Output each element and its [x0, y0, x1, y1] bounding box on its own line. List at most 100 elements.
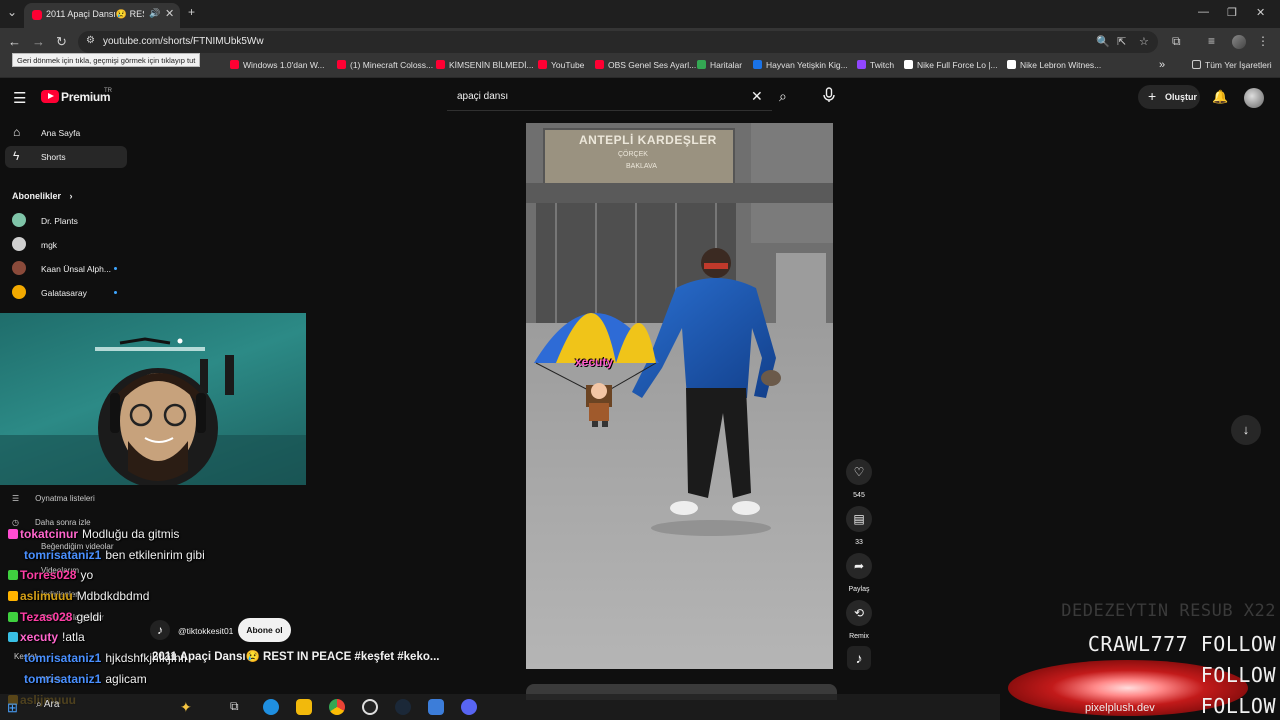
install-app-icon[interactable]: ⇱ [1117, 35, 1126, 48]
bookmark-favicon-icon [538, 60, 547, 69]
sidebar-item-label: Oynatma listeleri [35, 494, 95, 503]
minimize-icon[interactable]: — [1198, 6, 1209, 18]
new-content-dot-icon [114, 291, 117, 294]
comments-button[interactable]: ▤ 33 [846, 506, 872, 546]
bookmark-star-icon[interactable]: ☆ [1139, 35, 1149, 48]
sidebar-item-home[interactable]: ⌂ Ana Sayfa [5, 122, 127, 144]
subscriptions-heading[interactable]: Abonelikler › [12, 191, 73, 201]
chat-badge-icon [8, 632, 18, 642]
bookmark-item[interactable]: Haritalar [697, 60, 742, 70]
like-button[interactable]: ♡ 545 [846, 459, 872, 499]
hamburger-menu-icon[interactable]: ☰ [13, 89, 26, 107]
profile-icon[interactable] [1232, 35, 1246, 49]
bookmark-favicon-icon [1007, 60, 1016, 69]
video-title[interactable]: 2011 Apaçi Dansı😢 REST IN PEACE #keşfet … [152, 649, 439, 663]
chat-badge-icon [8, 591, 18, 601]
bookmark-item[interactable]: Twitch [857, 60, 894, 70]
next-video-arrow-icon[interactable]: ↓ [1231, 415, 1261, 445]
new-content-dot-icon [114, 267, 117, 270]
chat-badge-icon [8, 674, 22, 684]
search-input[interactable]: apaçi dansı [457, 91, 508, 102]
chat-message: tomrisataniz1 ben etkilenirim gibi [8, 548, 205, 562]
new-tab-icon[interactable]: + [188, 5, 195, 19]
chat-username: Tezas028 [20, 610, 73, 624]
obs-icon[interactable] [362, 699, 378, 715]
shorts-video-player[interactable]: ANTEPLİ KARDEŞLER ÇÖRÇEK BAKLAVA xecuty [526, 123, 833, 669]
sidebar-channel[interactable]: Galatasaray [12, 285, 132, 301]
share-button[interactable]: ➦ Paylaş [842, 553, 876, 593]
reload-icon[interactable]: ↻ [56, 34, 67, 50]
sidebar-channel[interactable]: Dr. Plants [12, 213, 132, 229]
sidebar-channel[interactable]: Kaan Ünsal Alph... [12, 261, 132, 277]
more-bookmarks-icon[interactable]: » [1159, 59, 1165, 71]
zoom-icon[interactable]: 🔍 [1096, 35, 1110, 48]
tab-groups-icon[interactable]: ≡ [1208, 34, 1215, 48]
restore-icon[interactable]: ❐ [1227, 6, 1237, 19]
chat-message: xecuty !atla [8, 630, 85, 644]
youtube-premium-wordmark[interactable]: Premium [61, 90, 111, 104]
browser-tab[interactable]: 2011 Apaçi Dansı😢 REST IN PEACE 🔊 ✕ [24, 3, 180, 28]
steam-icon[interactable] [395, 699, 411, 715]
notifications-bell-icon[interactable]: 🔔 [1212, 89, 1228, 105]
avatar[interactable] [1244, 88, 1264, 108]
sidebar-item-playlists[interactable]: ☰ Oynatma listeleri [12, 494, 95, 503]
forward-icon[interactable]: → [32, 34, 45, 49]
back-icon[interactable]: ← [8, 34, 21, 49]
bookmark-item[interactable]: OBS Genel Ses Ayarl... [595, 60, 696, 70]
bookmark-item[interactable]: YouTube [538, 60, 584, 70]
create-label: Oluştur [1165, 92, 1198, 102]
tab-close-icon[interactable]: ✕ [165, 7, 174, 20]
bookmark-item[interactable]: Nike Full Force Lo |... [904, 60, 998, 70]
tab-search-icon[interactable]: ⌄ [7, 5, 17, 19]
subscribe-button[interactable]: Abone ol [238, 618, 291, 642]
site-info-icon[interactable]: ⚙ [86, 35, 95, 46]
audio-playing-icon[interactable]: 🔊 [149, 8, 160, 19]
window-close-icon[interactable]: ✕ [1256, 6, 1265, 19]
bookmark-label: Haritalar [710, 60, 743, 70]
chat-username: xecuty [20, 630, 59, 644]
share-icon: ➦ [846, 553, 872, 579]
bookmark-item[interactable]: Hayvan Yetişkin Kig... [753, 60, 848, 70]
chat-text: Modluğu da gitmis [82, 527, 180, 541]
file-explorer-icon[interactable] [296, 699, 312, 715]
app-icon[interactable] [428, 699, 444, 715]
all-bookmarks[interactable]: Tüm Yer İşaretleri [1192, 60, 1272, 70]
bookmark-label: Nike Full Force Lo |... [917, 60, 998, 70]
bookmark-item[interactable]: KİMSENİN BİLMEDİ... [436, 60, 534, 70]
taskbar-search[interactable]: ⌕ Ara [36, 699, 59, 710]
sidebar-item-label: Shorts [41, 152, 66, 162]
youtube-logo-icon[interactable] [41, 90, 59, 103]
search-box[interactable]: apaçi dansı ✕ [447, 83, 772, 111]
sound-thumbnail[interactable]: ♪ [847, 646, 871, 670]
clear-search-icon[interactable]: ✕ [751, 88, 763, 105]
address-bar[interactable]: ⚙ youtube.com/shorts/FTNIMUbk5Ww 🔍 ⇱ ☆ [78, 31, 1158, 53]
channel-name[interactable]: @tiktokkesit01 [178, 626, 233, 636]
chat-text: Mdbdkdbdmd [76, 589, 150, 603]
search-icon[interactable]: ⌕ [779, 88, 787, 105]
sidebar-item-watch-later[interactable]: ◷ Daha sonra izle [12, 518, 91, 527]
bookmark-item[interactable]: Nike Lebron Witnes... [1007, 60, 1101, 70]
sidebar-channel[interactable]: mgk [12, 237, 132, 253]
alert-line: FOLLOW [1200, 663, 1276, 687]
bookmark-label: Windows 1.0'dan W... [243, 60, 325, 70]
sidebar-item-shorts[interactable]: ϟ Shorts [5, 146, 127, 168]
remix-button[interactable]: ⟲ Remix [842, 600, 876, 640]
bookmark-favicon-icon [753, 60, 762, 69]
bookmark-item[interactable]: Windows 1.0'dan W... [230, 60, 324, 70]
chevron-right-icon: › [69, 191, 73, 201]
discord-icon[interactable] [461, 699, 477, 715]
streamer-webcam-image [0, 337, 306, 485]
edge-icon[interactable] [263, 699, 279, 715]
copilot-icon[interactable]: ✦ [180, 699, 196, 715]
menu-icon[interactable]: ⋮ [1257, 34, 1269, 48]
windows-start-icon[interactable]: ⊞ [7, 700, 18, 716]
chat-badge-icon [8, 612, 18, 622]
task-view-icon[interactable]: ⧉ [230, 699, 246, 715]
chrome-icon[interactable] [329, 699, 345, 715]
tiktok-channel-icon[interactable]: ♪ [150, 620, 170, 640]
create-button[interactable]: + Oluştur [1138, 85, 1200, 109]
bookmark-item[interactable]: (1) Minecraft Coloss... [337, 60, 433, 70]
extensions-icon[interactable]: ⧉ [1172, 34, 1181, 49]
microphone-icon[interactable] [820, 86, 838, 104]
back-tooltip: Geri dönmek için tıkla, geçmişi görmek i… [12, 53, 201, 67]
